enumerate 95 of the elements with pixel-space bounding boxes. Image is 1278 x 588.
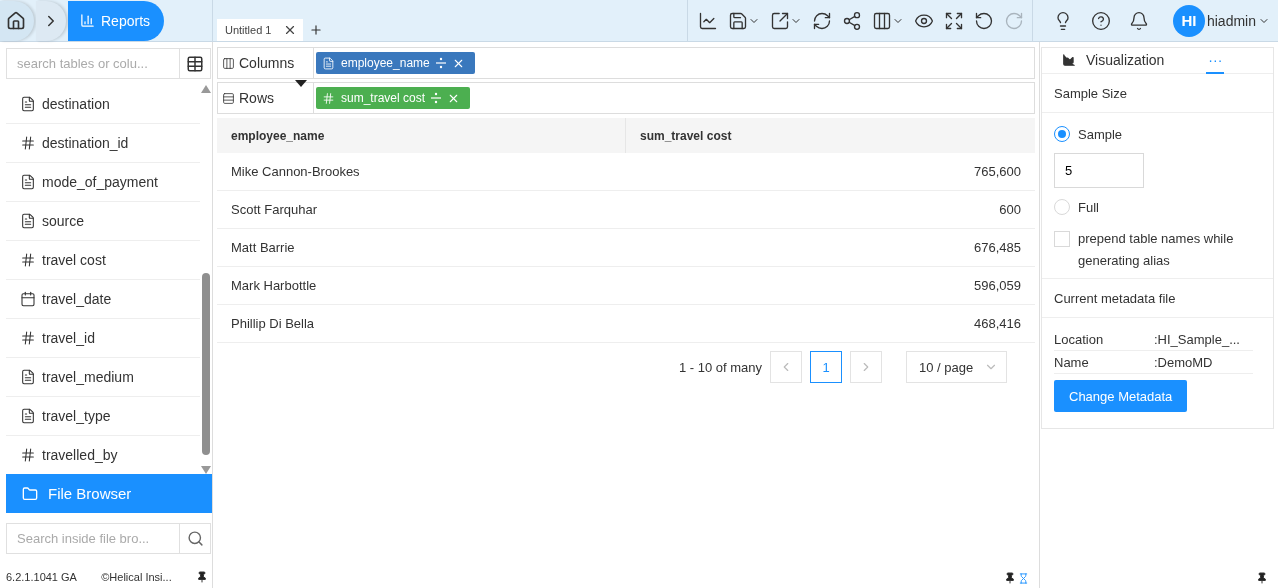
section-title: Sample Size (1054, 84, 1128, 103)
folder-icon (22, 485, 38, 502)
divide-icon[interactable] (431, 92, 442, 104)
bell-icon (1128, 10, 1149, 31)
column-header: employee_name (230, 127, 326, 145)
field-item[interactable]: travel_id (6, 319, 200, 358)
version-label: 6.2.1.1041 GA (6, 571, 77, 583)
copyright-label: ©Helical Insi... (101, 571, 172, 583)
bar-chart-icon (80, 13, 95, 28)
table-cell-text: Mark Harbottle (230, 278, 318, 293)
document-icon (20, 96, 36, 112)
table-cell-text: 676,485 (973, 240, 1022, 255)
columns-icon (222, 56, 235, 70)
plus-icon (309, 23, 324, 37)
report-tab[interactable]: Untitled 1 (217, 19, 304, 41)
shelf-dropzone[interactable]: Rows sum_travel cost (217, 82, 1035, 114)
hash-icon (20, 447, 36, 463)
redo-icon (1003, 10, 1024, 31)
table-cell-text: 765,600 (973, 164, 1022, 179)
pin-icon[interactable] (1256, 572, 1268, 584)
checkbox[interactable] (1054, 231, 1070, 247)
metadata-value: :DemoMD (1154, 354, 1214, 370)
layout-icon (871, 10, 892, 31)
field-pill[interactable]: employee_name (316, 52, 475, 74)
metadata-label: Name (1054, 354, 1090, 370)
field-item[interactable]: mode_of_payment (6, 163, 200, 202)
shelf-label: Rows (239, 90, 274, 106)
pagination-range: 1 - 10 of many (678, 359, 762, 375)
page-size-select[interactable]: 10 / page (906, 351, 1007, 383)
line-chart-icon (697, 10, 718, 31)
table-cell-text: 600 (998, 202, 1022, 217)
table-cell-text: Matt Barrie (230, 240, 296, 255)
pin-icon[interactable] (1004, 572, 1016, 584)
table-cell-text: Mike Cannon-Brookes (230, 164, 361, 179)
export-icon (769, 10, 790, 31)
rows-icon (222, 91, 235, 105)
shelf-dropzone[interactable]: Columns employee_name (217, 47, 1035, 79)
user-avatar: HI (1172, 4, 1205, 37)
metadata-value: :HI_Sample_... (1154, 331, 1241, 347)
scroll-up-icon[interactable] (201, 85, 211, 93)
metadata-label: Location (1054, 331, 1105, 347)
field-item[interactable]: source (6, 202, 200, 241)
hourglass-icon (1018, 572, 1029, 584)
refresh-icon (811, 10, 832, 31)
field-item[interactable]: travel cost (6, 241, 200, 280)
pin-icon[interactable] (196, 571, 208, 583)
user-menu[interactable]: HI hiadmin (1172, 4, 1270, 37)
document-icon (20, 408, 36, 424)
table-icon (186, 54, 204, 73)
sample-size-input[interactable]: 5 (1054, 153, 1144, 188)
file-search-field[interactable]: Search inside file bro... (6, 523, 179, 554)
add-tab-button[interactable] (309, 23, 324, 37)
area-chart-icon (1062, 52, 1076, 67)
table-view-button[interactable] (179, 48, 211, 79)
radio-option[interactable]: Sample (1054, 117, 1261, 151)
home-button[interactable] (0, 0, 34, 41)
user-name: hiadmin (1206, 12, 1256, 29)
scrollbar-thumb[interactable] (202, 273, 210, 455)
calendar-icon (20, 291, 36, 307)
field-item[interactable]: travel_type (6, 397, 200, 436)
home-icon (6, 10, 26, 31)
document-icon (20, 174, 36, 190)
fullscreen-icon (943, 10, 964, 31)
table-cell-text: 468,416 (973, 316, 1022, 331)
share-icon (841, 10, 862, 31)
field-item[interactable]: travel_medium (6, 358, 200, 397)
hash-icon (322, 91, 335, 105)
search-button[interactable] (179, 523, 211, 554)
table-cell-text: Phillip Di Bella (230, 316, 316, 331)
document-icon (20, 369, 36, 385)
document-icon (20, 213, 36, 229)
bell-button[interactable] (1128, 10, 1149, 31)
section-title: Current metadata file (1054, 289, 1177, 308)
search-icon (186, 530, 204, 547)
save-icon (727, 10, 748, 31)
field-item[interactable]: travel_date (6, 280, 200, 319)
caret-icon[interactable] (295, 80, 307, 87)
column-header: sum_travel cost (625, 118, 1035, 153)
hash-icon (20, 330, 36, 346)
radio-option[interactable]: Full (1054, 190, 1261, 224)
undo-icon (973, 10, 994, 31)
table-cell-text: 596,059 (973, 278, 1022, 293)
divide-icon[interactable] (435, 57, 446, 69)
hash-icon (20, 135, 36, 151)
document-icon (322, 56, 335, 70)
field-item[interactable]: destination (6, 85, 200, 124)
visualization-tab[interactable]: Visualization (1060, 47, 1167, 74)
table-search-field[interactable]: search tables or colu... (6, 48, 179, 79)
help-icon (1090, 10, 1111, 31)
field-item[interactable]: destination_id (6, 124, 200, 163)
hash-icon (20, 252, 36, 268)
table-cell-text: Scott Farquhar (230, 202, 318, 217)
checkbox-label: prepend table names while generating alias (1078, 230, 1235, 270)
help-button[interactable] (1090, 10, 1111, 31)
shelf-label: Columns (239, 55, 295, 71)
